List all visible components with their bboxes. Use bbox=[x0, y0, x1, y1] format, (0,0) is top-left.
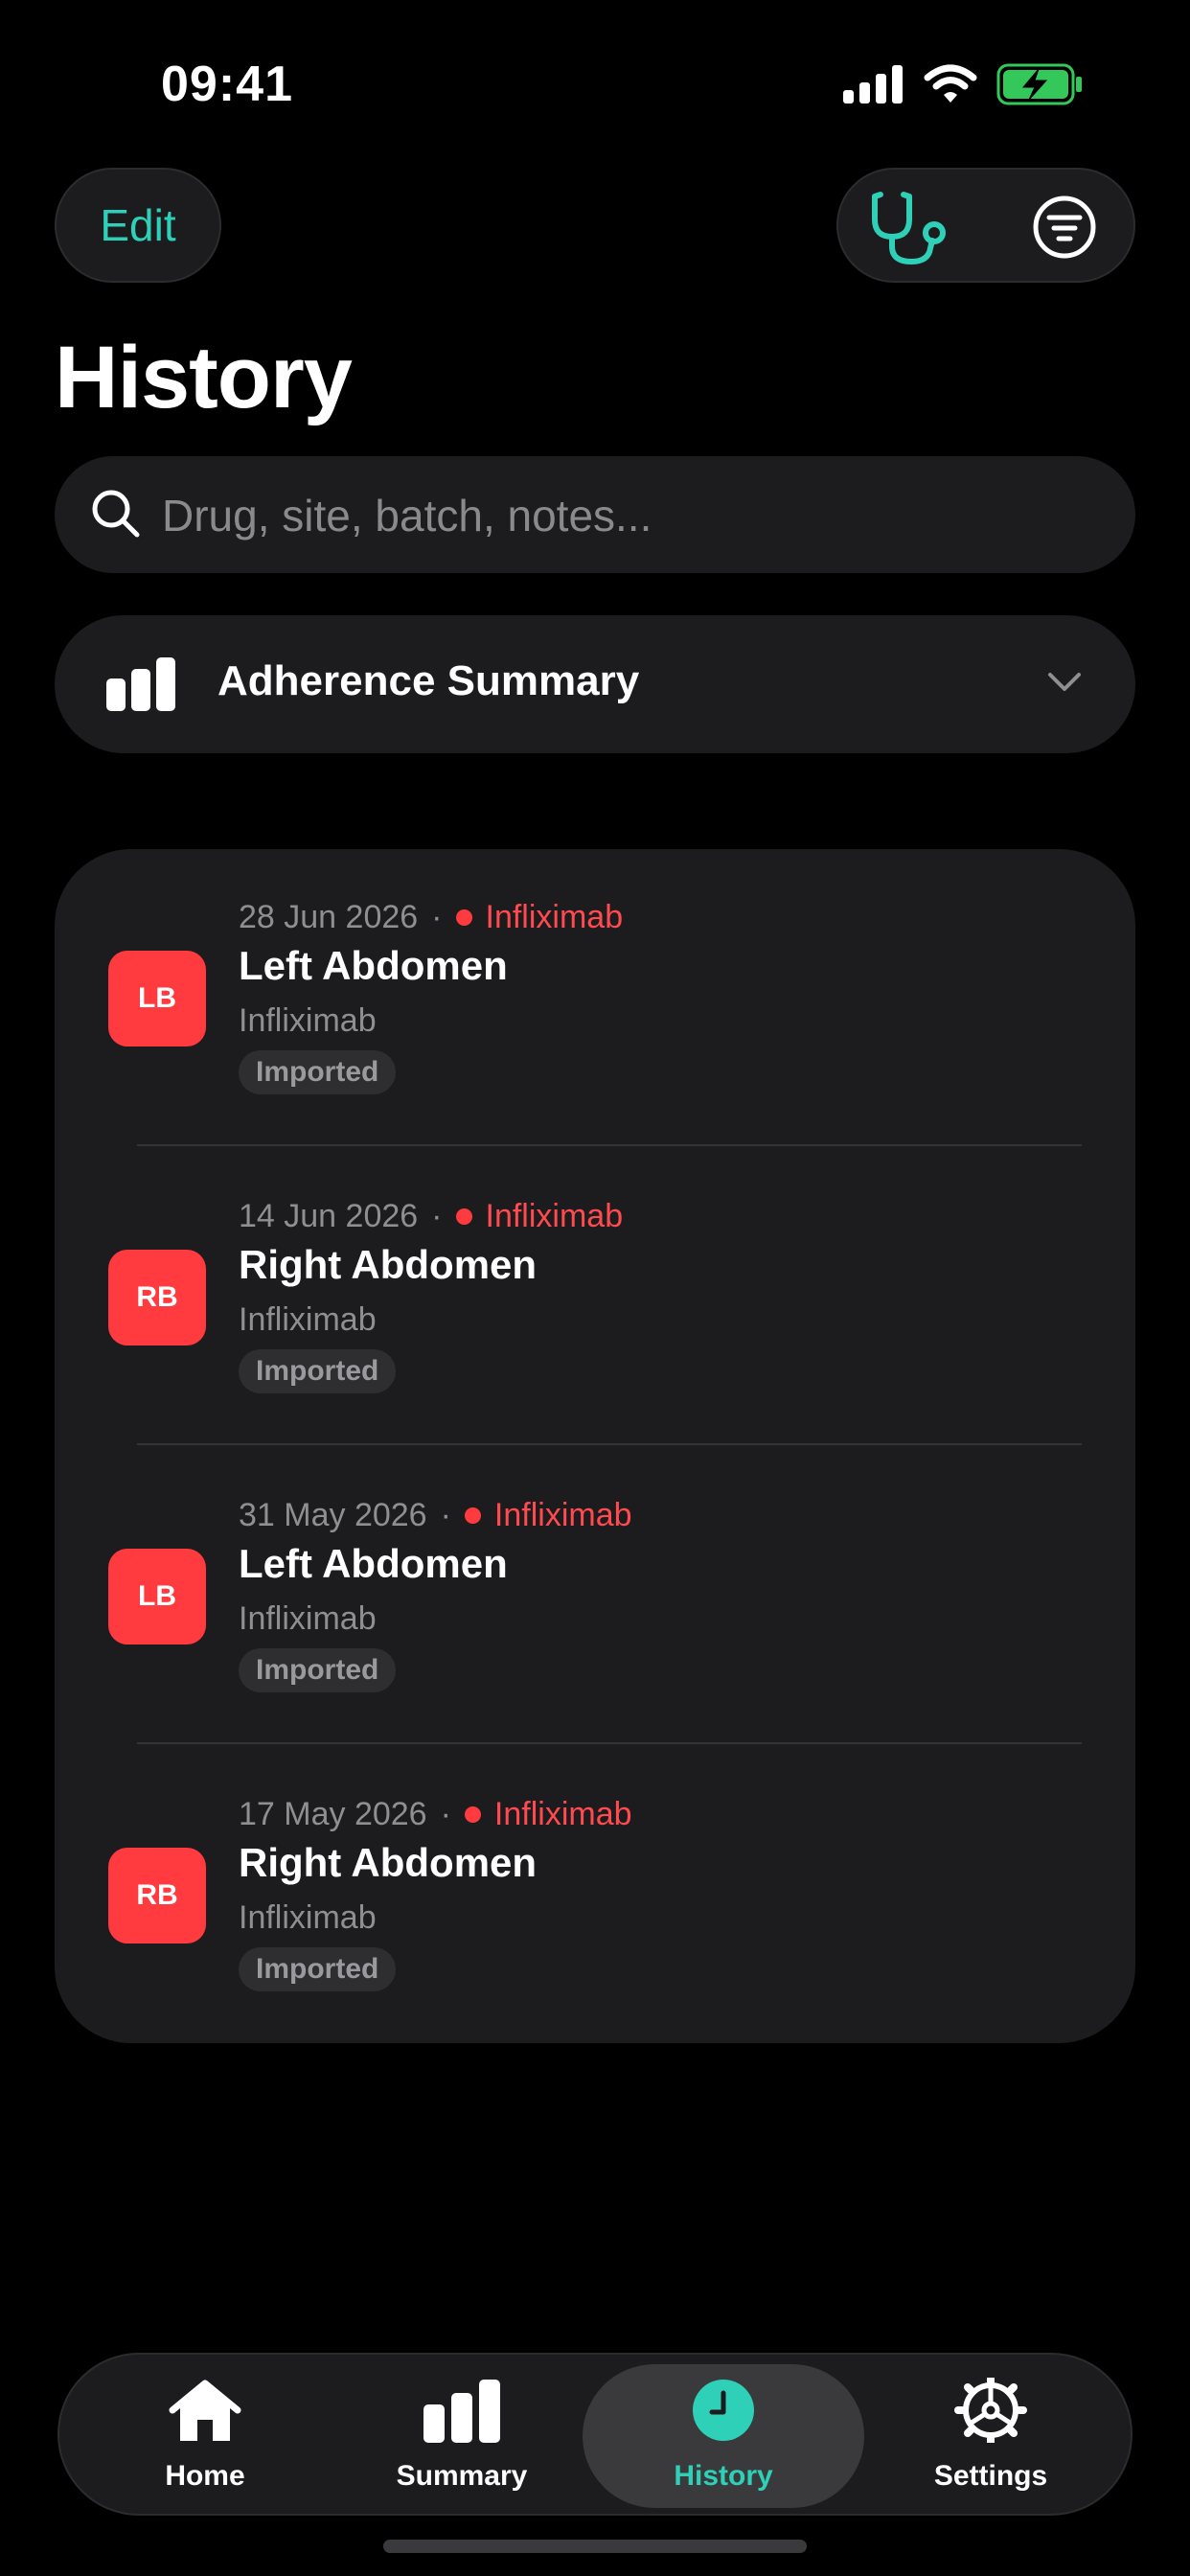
entry-date: 28 Jun 2026 bbox=[239, 899, 419, 935]
divider bbox=[137, 1144, 1082, 1146]
gear-icon bbox=[954, 2378, 1027, 2443]
history-list: LB 28 Jun 2026 · Infliximab Left Abdomen… bbox=[55, 849, 1135, 2043]
entry-date: 14 Jun 2026 bbox=[239, 1198, 419, 1234]
entry-medication: Infliximab bbox=[239, 1600, 377, 1637]
entry-date: 17 May 2026 bbox=[239, 1796, 427, 1832]
meta-separator: · bbox=[440, 1796, 451, 1832]
entry-site: Right Abdomen bbox=[239, 1840, 538, 1885]
entry-date: 31 May 2026 bbox=[239, 1497, 427, 1533]
imported-tag: Imported bbox=[239, 1947, 397, 1991]
divider bbox=[137, 1443, 1082, 1445]
home-indicator bbox=[383, 2540, 807, 2553]
wifi-icon bbox=[924, 64, 977, 103]
entry-meta: 17 May 2026 · Infliximab bbox=[239, 1796, 632, 1833]
search-input[interactable] bbox=[160, 456, 1103, 575]
adherence-summary-label: Adherence Summary bbox=[217, 657, 640, 704]
drug-color-dot bbox=[464, 1806, 481, 1823]
imported-tag: Imported bbox=[239, 1050, 397, 1094]
entry-drug: Infliximab bbox=[485, 1198, 624, 1234]
meta-separator: · bbox=[431, 1198, 443, 1234]
imported-tag: Imported bbox=[239, 1648, 397, 1692]
entry-site: Left Abdomen bbox=[239, 1541, 508, 1586]
house-icon bbox=[169, 2380, 241, 2441]
bar-chart-icon bbox=[423, 2380, 500, 2443]
stethoscope-icon[interactable] bbox=[867, 187, 953, 267]
tab-bar: Home Summary History Settings bbox=[57, 2353, 1133, 2516]
imported-tag: Imported bbox=[239, 1349, 397, 1393]
bar-chart-icon bbox=[106, 657, 175, 711]
drug-color-dot bbox=[464, 1507, 481, 1524]
entry-medication: Infliximab bbox=[239, 1899, 377, 1936]
cellular-signal-icon bbox=[843, 65, 903, 104]
tab-summary[interactable]: Summary bbox=[337, 2355, 586, 2514]
entry-meta: 28 Jun 2026 · Infliximab bbox=[239, 899, 623, 936]
tab-settings-label: Settings bbox=[933, 2460, 1048, 2492]
list-item[interactable]: RB 14 Jun 2026 · Infliximab Right Abdome… bbox=[55, 1148, 1135, 1447]
battery-charging-icon bbox=[996, 63, 1082, 105]
site-badge: RB bbox=[108, 1848, 206, 1944]
chevron-down-icon bbox=[1048, 673, 1081, 691]
entry-medication: Infliximab bbox=[239, 1002, 377, 1039]
site-badge: LB bbox=[108, 1549, 206, 1644]
tab-home-label: Home bbox=[165, 2460, 245, 2492]
entry-drug: Infliximab bbox=[493, 1796, 632, 1832]
divider bbox=[137, 1742, 1082, 1744]
drug-color-dot bbox=[455, 909, 472, 926]
tab-home[interactable]: Home bbox=[80, 2355, 330, 2514]
tab-history-label: History bbox=[674, 2460, 773, 2492]
entry-meta: 31 May 2026 · Infliximab bbox=[239, 1497, 632, 1534]
entry-meta: 14 Jun 2026 · Infliximab bbox=[239, 1198, 623, 1235]
list-item[interactable]: LB 31 May 2026 · Infliximab Left Abdomen… bbox=[55, 1447, 1135, 1746]
status-time: 09:41 bbox=[161, 57, 293, 112]
tab-settings[interactable]: Settings bbox=[866, 2355, 1115, 2514]
drug-color-dot bbox=[455, 1208, 472, 1225]
search-bar bbox=[55, 456, 1135, 575]
list-item[interactable]: RB 17 May 2026 · Infliximab Right Abdome… bbox=[55, 1746, 1135, 2045]
search-icon bbox=[92, 490, 140, 538]
site-badge: LB bbox=[108, 951, 206, 1046]
entry-site: Left Abdomen bbox=[239, 943, 508, 988]
entry-medication: Infliximab bbox=[239, 1301, 377, 1338]
filter-icon[interactable] bbox=[1030, 193, 1099, 262]
tab-history[interactable]: History bbox=[583, 2355, 864, 2514]
clock-icon bbox=[693, 2380, 754, 2441]
entry-drug: Infliximab bbox=[493, 1497, 632, 1533]
meta-separator: · bbox=[440, 1497, 451, 1533]
adherence-summary-row[interactable]: Adherence Summary bbox=[55, 615, 1135, 753]
toolbar-pill bbox=[836, 168, 1135, 283]
entry-drug: Infliximab bbox=[485, 899, 624, 935]
site-badge: RB bbox=[108, 1250, 206, 1346]
status-icons bbox=[843, 63, 1083, 105]
edit-button[interactable]: Edit bbox=[55, 168, 221, 283]
page-title: History bbox=[55, 329, 353, 426]
tab-summary-label: Summary bbox=[396, 2460, 528, 2492]
list-item[interactable]: LB 28 Jun 2026 · Infliximab Left Abdomen… bbox=[55, 849, 1135, 1148]
meta-separator: · bbox=[431, 899, 443, 935]
entry-site: Right Abdomen bbox=[239, 1242, 538, 1287]
